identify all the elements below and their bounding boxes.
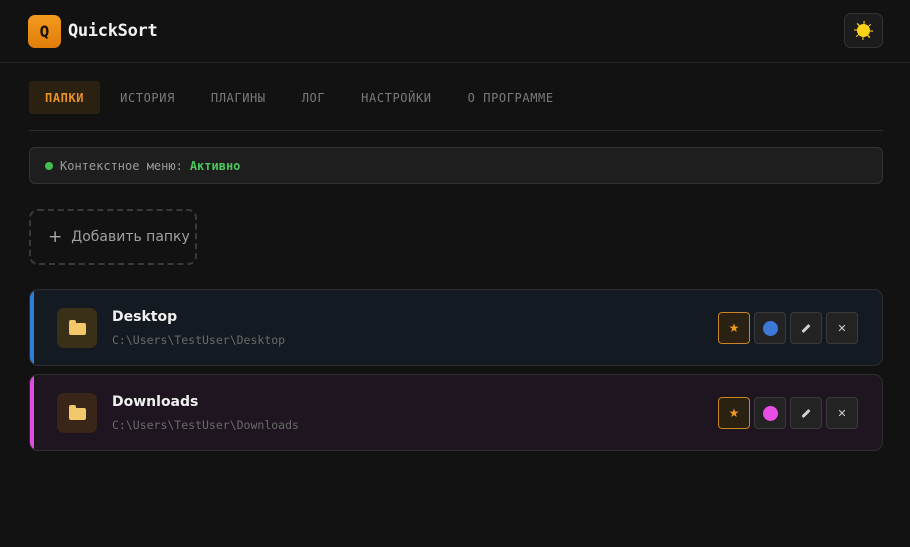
app-logo: Q (28, 14, 61, 48)
color-picker-button[interactable] (754, 312, 786, 344)
folder-color-stripe (30, 375, 34, 450)
folder-path: C:\Users\TestUser\Desktop (112, 333, 286, 347)
color-dot-icon (762, 320, 778, 336)
tab-divider (29, 130, 883, 131)
edit-button[interactable] (790, 397, 822, 429)
tab-log[interactable]: ЛОГ (286, 81, 341, 114)
folder-actions: ★ ✕ (714, 397, 858, 429)
sun-icon (854, 21, 873, 40)
plus-icon: + (48, 227, 63, 247)
app-title: QuickSort (68, 21, 158, 41)
delete-button[interactable]: ✕ (826, 397, 858, 429)
folder-icon-box (57, 308, 97, 348)
status-dot-icon (45, 161, 53, 170)
add-folder-label: Добавить папку (71, 229, 190, 245)
favorite-button[interactable]: ★ (718, 397, 750, 429)
folder-icon (68, 405, 86, 420)
app-header: Q QuickSort (0, 0, 910, 63)
folder-card-desktop[interactable]: Desktop C:\Users\TestUser\Desktop ★ ✕ (29, 289, 883, 366)
tab-history[interactable]: ИСТОРИЯ (104, 81, 191, 114)
pencil-icon (801, 323, 811, 333)
tab-folders[interactable]: ПАПКИ (29, 81, 101, 114)
color-picker-button[interactable] (754, 397, 786, 429)
folder-actions: ★ ✕ (714, 312, 858, 344)
folder-name: Desktop (112, 309, 178, 325)
folder-path: C:\Users\TestUser\Downloads (112, 418, 299, 432)
status-value: Активно (189, 158, 241, 173)
folder-icon (68, 320, 86, 335)
tab-bar: ПАПКИ ИСТОРИЯ ПЛАГИНЫ ЛОГ НАСТРОЙКИ О ПР… (29, 81, 574, 114)
folder-name: Downloads (112, 394, 199, 410)
favorite-button[interactable]: ★ (718, 312, 750, 344)
tab-plugins[interactable]: ПЛАГИНЫ (195, 81, 282, 114)
pencil-icon (801, 408, 811, 418)
status-label: Контекстное меню: (60, 158, 183, 173)
theme-toggle-button[interactable] (844, 13, 883, 48)
tab-about[interactable]: О ПРОГРАММЕ (452, 81, 570, 114)
folder-card-downloads[interactable]: Downloads C:\Users\TestUser\Downloads ★ … (29, 374, 883, 451)
delete-button[interactable]: ✕ (826, 312, 858, 344)
folder-icon-box (57, 393, 97, 433)
edit-button[interactable] (790, 312, 822, 344)
folder-color-stripe (30, 290, 34, 365)
add-folder-button[interactable]: + Добавить папку (29, 209, 197, 265)
tab-settings[interactable]: НАСТРОЙКИ (345, 81, 447, 114)
context-menu-status: Контекстное меню: Активно (29, 147, 883, 184)
color-dot-icon (762, 405, 778, 421)
